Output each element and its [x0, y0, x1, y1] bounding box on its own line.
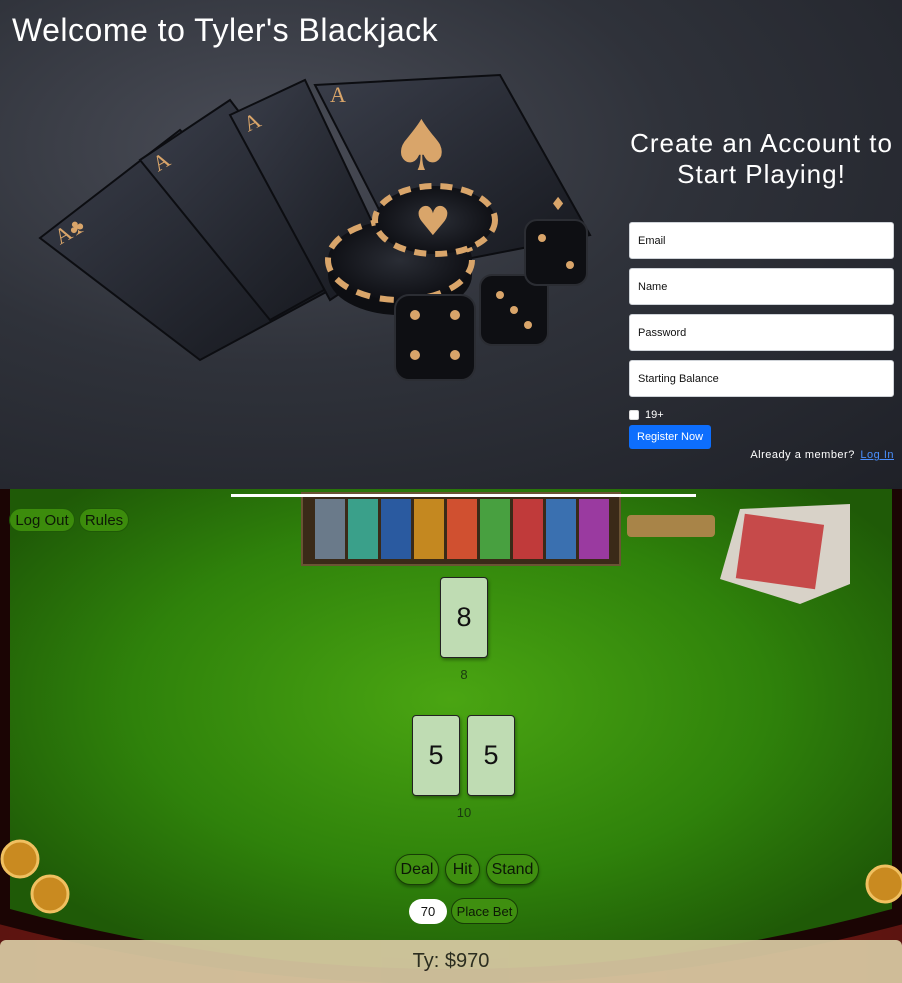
stand-button[interactable]: Stand: [486, 854, 539, 885]
already-member-row: Already a member? Log In: [750, 449, 894, 461]
player-score: 10: [456, 805, 472, 820]
password-field[interactable]: [629, 314, 894, 351]
rim-chip-left-2: [30, 874, 70, 914]
page-title: Welcome to Tyler's Blackjack: [12, 12, 439, 48]
register-button[interactable]: Register Now: [629, 425, 712, 449]
deal-button[interactable]: Deal: [395, 854, 439, 885]
balance-text: Ty: $970: [412, 950, 490, 972]
blackjack-table: Log Out Rules 8 8 5 5 10 Deal Hit Stand …: [0, 489, 902, 983]
diamond-icon: ♦: [550, 194, 566, 215]
chip-tray: [301, 492, 621, 566]
balance-bar: Ty: $970: [0, 940, 902, 983]
dealer-score: 8: [460, 667, 468, 682]
bet-amount-input[interactable]: [409, 899, 447, 924]
age-confirm-row: 19+: [629, 409, 894, 421]
dealer-card: 8: [440, 577, 488, 658]
rim-chip-left: [0, 839, 40, 879]
age-checkbox[interactable]: [629, 410, 639, 420]
already-member-text: Already a member?: [750, 449, 855, 461]
spade-icon: ♠: [390, 105, 453, 187]
svg-text:A: A: [330, 82, 346, 107]
signup-form: Create an Account to Start Playing! 19+ …: [629, 128, 894, 449]
section-divider: [231, 494, 696, 497]
signup-fields: [629, 222, 894, 397]
cards-and-chips-illustration: A♣ A A A ♠ ♦ ♥: [38, 73, 592, 381]
rules-button[interactable]: Rules: [79, 508, 129, 532]
name-field[interactable]: [629, 268, 894, 305]
age-checkbox-label: 19+: [645, 409, 664, 421]
starting-balance-field[interactable]: [629, 360, 894, 397]
player-card: 5: [412, 715, 460, 796]
signup-heading-line1: Create an Account to: [630, 128, 893, 158]
hit-button[interactable]: Hit: [445, 854, 480, 885]
signup-heading: Create an Account to Start Playing!: [629, 128, 894, 190]
hero-section: Welcome to Tyler's Blackjack A♣ A A A ♠ …: [0, 0, 902, 489]
login-link[interactable]: Log In: [860, 449, 894, 461]
logout-button[interactable]: Log Out: [9, 508, 75, 532]
player-card: 5: [467, 715, 515, 796]
heart-icon: ♥: [415, 199, 451, 245]
signup-heading-line2: Start Playing!: [677, 159, 846, 189]
place-bet-button[interactable]: Place Bet: [451, 898, 518, 924]
email-field[interactable]: [629, 222, 894, 259]
rim-chip-right: [865, 864, 902, 904]
